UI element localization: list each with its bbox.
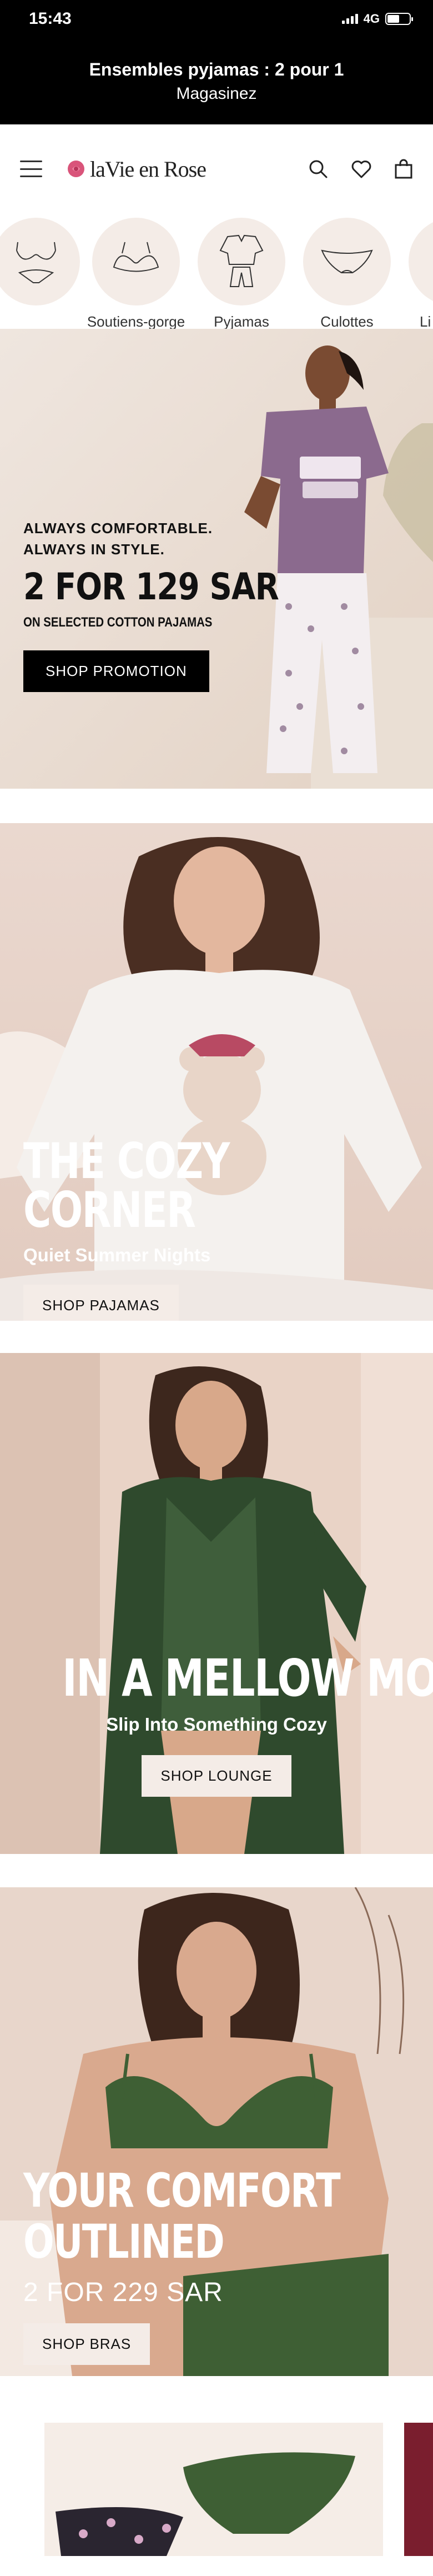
hero4-text-block: YOUR COMFORT OUTLINED 2 FOR 229 SAR SHOP… xyxy=(23,2165,429,2365)
hero1-headline: 2 FOR 129 SAR xyxy=(23,565,279,608)
site-header: laVie en Rose xyxy=(0,124,433,213)
category-label: Pyjamas xyxy=(214,313,269,329)
hero3-subtitle: Slip Into Something Cozy xyxy=(106,1714,327,1735)
promo-title: Ensembles pyjamas : 2 pour 1 xyxy=(89,59,344,79)
hero4-headline-2: OUTLINED xyxy=(23,2214,225,2269)
status-bar: 15:43 4G xyxy=(0,0,433,38)
category-label: Culottes xyxy=(320,313,374,329)
pajamas-icon xyxy=(198,218,285,305)
bra-icon xyxy=(92,218,180,305)
hero2-subtitle: Quiet Summer Nights xyxy=(23,1245,211,1265)
network-label: 4G xyxy=(363,12,380,26)
hero-banner-promotion[interactable]: ALWAYS COMFORTABLE. ALWAYS IN STYLE. 2 F… xyxy=(0,329,433,789)
panties-icon xyxy=(303,218,391,305)
header-actions xyxy=(308,158,413,179)
hero4-headline-1: YOUR COMFORT xyxy=(23,2163,341,2218)
lingerie-icon xyxy=(409,218,433,305)
product-carousel[interactable] xyxy=(0,2423,433,2556)
lingerie-set-icon xyxy=(0,218,80,305)
shop-pajamas-button[interactable]: SHOP PAJAMAS xyxy=(23,1285,179,1321)
product-tile-panties[interactable] xyxy=(0,2423,433,2556)
category-pajamas[interactable]: Pyjamas xyxy=(189,218,294,329)
rose-logo-icon xyxy=(68,161,84,177)
hero2-text-block: THE COZY CORNER Quiet Summer Nights SHOP… xyxy=(23,1137,412,1321)
shop-bras-button[interactable]: SHOP BRAS xyxy=(23,2323,150,2365)
promo-link[interactable]: Magasinez xyxy=(176,84,256,103)
category-bras[interactable]: Soutiens-gorge xyxy=(83,218,189,329)
hero3-headline: IN A MELLOW MOOD xyxy=(62,1648,433,1708)
shop-promotion-button[interactable]: SHOP PROMOTION xyxy=(23,650,209,692)
shopping-bag-icon[interactable] xyxy=(394,158,413,179)
hero1-eyebrow-1: ALWAYS COMFORTABLE. xyxy=(23,520,213,537)
hero-banner-comfort-outlined[interactable]: YOUR COMFORT OUTLINED 2 FOR 229 SAR SHOP… xyxy=(0,1887,433,2376)
shop-lounge-button[interactable]: SHOP LOUNGE xyxy=(142,1755,291,1797)
brand-logo[interactable]: laVie en Rose xyxy=(67,156,207,182)
hero-banner-mellow-mood[interactable]: IN A MELLOW MOOD Slip Into Something Coz… xyxy=(0,1353,433,1854)
status-time: 15:43 xyxy=(29,9,72,28)
hero1-eyebrow-2: ALWAYS IN STYLE. xyxy=(23,541,165,558)
signal-icon xyxy=(341,14,358,24)
category-panties[interactable]: Culottes xyxy=(294,218,400,329)
hero-banner-cozy-corner[interactable]: THE COZY CORNER Quiet Summer Nights SHOP… xyxy=(0,823,433,1321)
hero3-text-block: IN A MELLOW MOOD Slip Into Something Coz… xyxy=(0,1653,433,1797)
hero1-text-block: ALWAYS COMFORTABLE. ALWAYS IN STYLE. 2 F… xyxy=(23,518,324,692)
category-label: Li xyxy=(420,313,431,329)
category-label: Soutiens-gorge xyxy=(87,313,185,329)
battery-icon xyxy=(385,13,413,25)
category-lingerie-sets[interactable] xyxy=(0,218,83,329)
search-icon[interactable] xyxy=(308,158,329,179)
hero4-subtitle: 2 FOR 229 SAR xyxy=(23,2278,223,2307)
hamburger-menu-icon[interactable] xyxy=(20,161,42,177)
category-carousel[interactable]: Soutiens-gorge Pyjamas Culottes Li xyxy=(0,213,433,329)
status-indicators: 4G xyxy=(341,12,413,26)
hero1-note: ON SELECTED COTTON PAJAMAS xyxy=(23,615,213,630)
category-lingerie[interactable]: Li xyxy=(400,218,433,329)
heart-icon[interactable] xyxy=(351,159,372,179)
promo-banner[interactable]: Ensembles pyjamas : 2 pour 1 Magasinez xyxy=(0,38,433,124)
brand-logo-text: laVie en Rose xyxy=(90,156,207,182)
hero2-headline: THE COZY CORNER xyxy=(23,1132,230,1239)
